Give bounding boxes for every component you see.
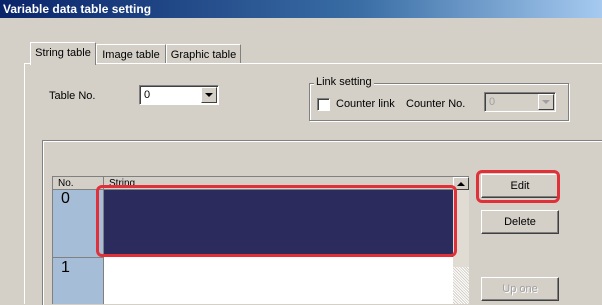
- tab-image-table[interactable]: Image table: [96, 44, 166, 64]
- column-header-no[interactable]: No.: [53, 177, 104, 190]
- counter-link-label: Counter link: [336, 98, 395, 110]
- scroll-track[interactable]: [453, 267, 469, 304]
- string-table-grid: No. String 0 1: [52, 176, 469, 304]
- table-no-select[interactable]: 0: [139, 85, 219, 105]
- chevron-down-icon[interactable]: [538, 94, 554, 110]
- counter-no-select[interactable]: 0: [484, 92, 556, 112]
- scroll-up-arrow-icon[interactable]: [453, 177, 469, 190]
- delete-button[interactable]: Delete: [481, 210, 559, 234]
- column-header-string[interactable]: String: [104, 177, 454, 190]
- edit-button[interactable]: Edit: [481, 174, 559, 198]
- window-title: Variable data table setting: [0, 0, 602, 18]
- tab-string-table[interactable]: String table: [30, 42, 96, 65]
- table-scrollbar[interactable]: [453, 177, 469, 304]
- counter-link-checkbox[interactable]: [317, 98, 330, 111]
- row-number[interactable]: 0: [53, 190, 104, 257]
- up-one-button[interactable]: Up one: [481, 277, 559, 301]
- chevron-down-icon[interactable]: [201, 87, 217, 103]
- row-number[interactable]: 1: [53, 257, 104, 304]
- table-no-value: 0: [144, 89, 151, 101]
- table-no-label: Table No.: [49, 90, 96, 102]
- counter-no-value: 0: [489, 96, 496, 108]
- table-cell-selected[interactable]: [104, 190, 454, 257]
- link-setting-title: Link setting: [314, 76, 374, 88]
- tab-graphic-table[interactable]: Graphic table: [166, 44, 241, 64]
- counter-no-label: Counter No.: [406, 98, 466, 110]
- table-cell[interactable]: [104, 257, 454, 304]
